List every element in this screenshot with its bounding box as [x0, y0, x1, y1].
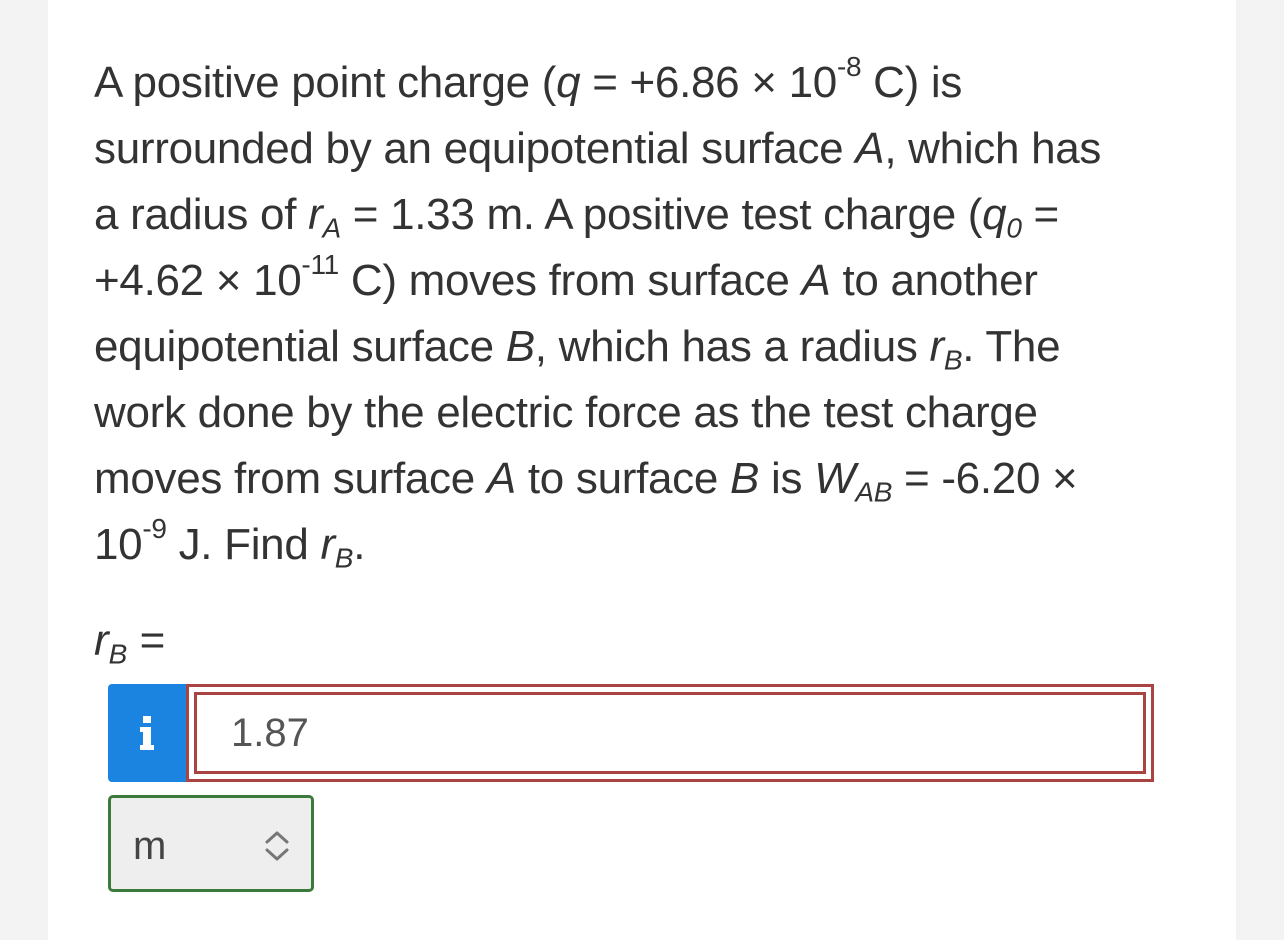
up-down-chevron-icon: [263, 830, 291, 867]
unit-selected-value: m: [133, 824, 167, 868]
info-icon: [137, 716, 157, 750]
info-button[interactable]: [108, 684, 186, 782]
answer-input[interactable]: [197, 695, 1143, 771]
unit-select[interactable]: m: [108, 795, 314, 892]
question-text: A positive point charge (q = +6.86 × 10-…: [94, 51, 1102, 574]
answer-input-frame: [194, 692, 1146, 774]
answer-input-wrapper: [186, 684, 1154, 782]
answer-label: rB =: [94, 616, 166, 670]
question-card: A positive point charge (q = +6.86 × 10-…: [48, 0, 1236, 940]
